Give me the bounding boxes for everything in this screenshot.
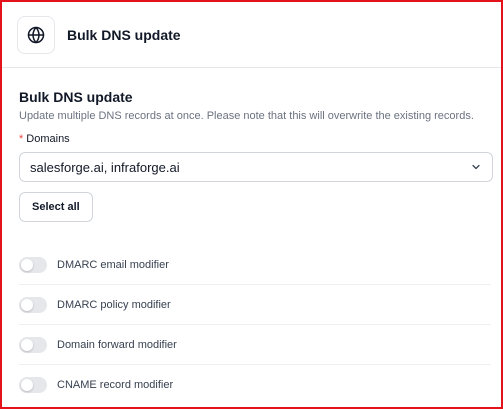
section-description: Update multiple DNS records at once. Ple… bbox=[19, 110, 474, 122]
toggle-label: CNAME record modifier bbox=[57, 379, 174, 391]
domain-forward-toggle[interactable] bbox=[19, 336, 47, 353]
toggle-row-dmarc-email: DMARC email modifier bbox=[19, 245, 491, 285]
dmarc-policy-toggle[interactable] bbox=[19, 296, 47, 313]
bulk-dns-panel: Bulk DNS update Bulk DNS update Update m… bbox=[0, 0, 503, 409]
toggle-knob bbox=[21, 379, 33, 391]
select-all-button[interactable]: Select all bbox=[19, 192, 93, 222]
dmarc-email-toggle[interactable] bbox=[19, 256, 47, 273]
toggle-row-domain-forward: Domain forward modifier bbox=[19, 325, 491, 365]
toggle-knob bbox=[21, 298, 33, 311]
toggle-row-cname-record: CNAME record modifier bbox=[19, 365, 491, 405]
toggle-label: DMARC email modifier bbox=[57, 258, 169, 271]
panel-content: Bulk DNS update Update multiple DNS reco… bbox=[2, 89, 501, 405]
toggle-knob bbox=[21, 258, 33, 271]
modifier-toggle-list: DMARC email modifier DMARC policy modifi… bbox=[19, 245, 491, 405]
toggle-knob bbox=[21, 338, 33, 351]
domains-label: * Domains bbox=[19, 132, 491, 146]
toggle-label: Domain forward modifier bbox=[57, 338, 177, 351]
required-marker: * bbox=[19, 133, 24, 145]
panel-header: Bulk DNS update bbox=[2, 2, 501, 68]
domains-select-value: salesforge.ai, infraforge.ai bbox=[30, 159, 180, 175]
toggle-label: DMARC policy modifier bbox=[57, 298, 171, 311]
section-title: Bulk DNS update bbox=[19, 89, 133, 105]
cname-record-toggle[interactable] bbox=[19, 377, 47, 393]
globe-icon bbox=[17, 15, 55, 54]
domains-select[interactable]: salesforge.ai, infraforge.ai bbox=[19, 152, 493, 182]
chevron-down-icon bbox=[472, 164, 480, 170]
domains-label-text: Domains bbox=[26, 133, 70, 145]
toggle-row-dmarc-policy: DMARC policy modifier bbox=[19, 285, 491, 325]
page-title: Bulk DNS update bbox=[67, 26, 181, 43]
